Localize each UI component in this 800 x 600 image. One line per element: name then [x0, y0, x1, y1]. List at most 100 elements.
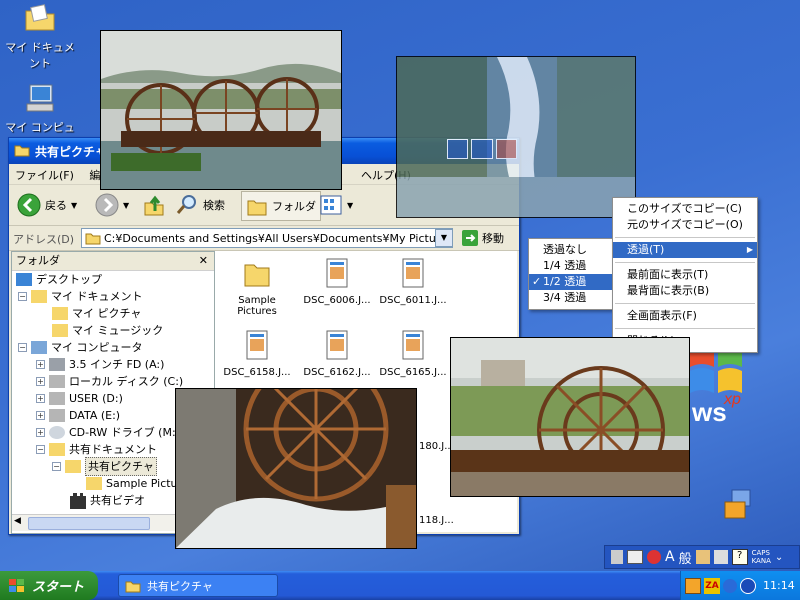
collapse-icon[interactable]: −	[18, 343, 27, 352]
system-tray: ZA 11:14	[680, 571, 800, 600]
tree-item[interactable]: マイ ミュージック	[12, 322, 214, 339]
tree-item[interactable]: − マイ ドキュメント	[12, 288, 214, 305]
file-item[interactable]: DSC_6165.J...	[377, 329, 449, 378]
keyboard-icon[interactable]	[627, 550, 643, 564]
collapse-icon[interactable]: −	[18, 292, 27, 301]
scroll-left-icon[interactable]: ◀	[14, 516, 21, 526]
file-item[interactable]: DSC_6011.J...	[377, 257, 449, 306]
folder-icon	[52, 307, 68, 320]
search-button[interactable]: 検索	[175, 191, 225, 219]
address-label: アドレス(D)	[13, 233, 75, 246]
menu-item-quarter[interactable]: 1/4 透過	[529, 258, 613, 274]
image-file-icon	[326, 330, 348, 360]
image-file-icon	[326, 258, 348, 288]
tree-item[interactable]: − マイ コンピュータ	[12, 339, 214, 356]
menu-item-transparency[interactable]: 透過(T) ▶	[613, 242, 757, 258]
menu-item-fullscreen[interactable]: 全画面表示(F)	[613, 308, 757, 324]
image-file-icon	[402, 330, 424, 360]
desktop-icon-label: マイ ドキュメント	[5, 41, 75, 70]
close-icon	[495, 139, 517, 159]
file-item-partial[interactable]: 118.J...	[419, 515, 454, 526]
file-item[interactable]: Sample Pictures	[221, 257, 293, 317]
close-icon[interactable]: ✕	[199, 252, 208, 270]
collapse-icon[interactable]: −	[36, 445, 45, 454]
up-folder-icon	[144, 195, 164, 216]
cd-drive-icon	[49, 426, 65, 439]
menu-separator	[615, 303, 755, 304]
menu-item-three-quarter[interactable]: 3/4 透過	[529, 290, 613, 306]
app-tray-icon[interactable]	[685, 577, 701, 594]
forward-button[interactable]: ▼	[95, 191, 129, 219]
window-controls-ghost	[447, 139, 517, 159]
address-input[interactable]: C:¥Documents and Settings¥All Users¥Docu…	[81, 228, 453, 248]
tree-item[interactable]: +3.5 インチ FD (A:)	[12, 356, 214, 373]
help-icon[interactable]: ?	[731, 549, 748, 565]
expand-icon[interactable]: +	[36, 360, 45, 369]
address-dropdown-icon[interactable]: ▼	[435, 229, 453, 247]
dropdown-arrow-icon[interactable]: ▼	[347, 201, 353, 210]
xp-logo-xp: xp	[724, 391, 741, 408]
folders-button[interactable]: フォルダ	[241, 191, 321, 221]
photo-waterwheels-top[interactable]	[100, 30, 342, 190]
ime-tool-icon[interactable]	[695, 550, 710, 564]
back-button[interactable]: 戻る ▼	[17, 191, 77, 219]
clock[interactable]: 11:14	[763, 579, 795, 592]
go-label: 移動	[482, 232, 504, 245]
folder-icon	[25, 4, 55, 31]
expand-icon[interactable]: +	[36, 411, 45, 420]
folder-icon	[31, 290, 47, 303]
menu-item-half[interactable]: ✓ 1/2 透過	[529, 274, 613, 290]
photo-waterfall[interactable]	[396, 56, 636, 218]
desktop-icon-my-documents[interactable]: マイ ドキュメント	[0, 2, 80, 71]
ime-language-bar[interactable]: A 般 ? CAPS KANA ⌄	[604, 545, 800, 569]
conversion-mode-label[interactable]: 般	[679, 548, 692, 567]
start-button[interactable]: スタート	[0, 571, 98, 600]
dropdown-arrow-icon[interactable]: ▼	[71, 201, 77, 210]
tree-item[interactable]: デスクトップ	[12, 271, 214, 288]
ime-pad-icon[interactable]	[647, 550, 661, 564]
up-folder-button[interactable]	[143, 191, 165, 219]
info-icon[interactable]	[723, 578, 737, 593]
minimize-ime-icon[interactable]: ⌄	[775, 552, 783, 563]
file-item[interactable]: DSC_6162.J...	[301, 329, 373, 378]
caps-kana-indicator: CAPS KANA	[751, 549, 771, 565]
expand-icon[interactable]: +	[36, 428, 45, 437]
scrollbar-thumb[interactable]	[28, 517, 150, 530]
input-mode-label[interactable]: A	[665, 549, 675, 565]
menu-item-copy-original-size[interactable]: 元のサイズでコピー(O)	[613, 217, 757, 233]
photo-waterwheel-bottom[interactable]	[175, 388, 417, 549]
file-item-partial[interactable]: 180.J...	[419, 441, 454, 452]
floppy-icon	[49, 358, 65, 371]
menu-item-opaque[interactable]: 透過なし	[529, 242, 613, 258]
folder-icon	[49, 443, 65, 456]
file-item[interactable]: DSC_6006.J...	[301, 257, 373, 306]
menu-file[interactable]: ファイル(F)	[9, 164, 80, 186]
tree-item[interactable]: マイ ピクチャ	[12, 305, 214, 322]
transparency-submenu: 透過なし 1/4 透過 ✓ 1/2 透過 3/4 透過	[528, 238, 614, 310]
network-icon[interactable]	[740, 577, 756, 594]
expand-icon[interactable]: +	[36, 394, 45, 403]
expand-icon[interactable]: +	[36, 377, 45, 386]
menu-item-copy-current-size[interactable]: このサイズでコピー(C)	[613, 201, 757, 217]
file-item[interactable]: DSC_6158.J...	[221, 329, 293, 378]
copy-windows-icon[interactable]	[722, 488, 754, 522]
menu-item-bring-to-front[interactable]: 最前面に表示(T)	[613, 267, 757, 283]
desktop-icon	[16, 273, 32, 286]
dropdown-arrow-icon[interactable]: ▼	[123, 201, 129, 210]
taskbar-window-button[interactable]: 共有ピクチャ	[118, 574, 278, 597]
ime-dictionary-icon[interactable]	[713, 550, 728, 564]
go-button[interactable]: 移動	[461, 229, 504, 247]
address-bar: アドレス(D) C:¥Documents and Settings¥All Us…	[9, 226, 519, 251]
menu-item-send-to-back[interactable]: 最背面に表示(B)	[613, 283, 757, 299]
address-value: C:¥Documents and Settings¥All Users¥Docu…	[103, 231, 452, 245]
ime-handle-icon[interactable]	[611, 550, 623, 564]
computer-icon	[31, 341, 47, 354]
photo-waterwheel-right[interactable]	[450, 337, 690, 497]
folder-icon	[86, 477, 102, 490]
image-file-icon	[246, 330, 268, 360]
views-button[interactable]: ▼	[319, 191, 353, 219]
zonealarm-icon[interactable]: ZA	[704, 577, 720, 594]
collapse-icon[interactable]: −	[52, 462, 61, 471]
views-icon	[320, 195, 342, 215]
submenu-arrow-icon: ▶	[746, 245, 753, 254]
